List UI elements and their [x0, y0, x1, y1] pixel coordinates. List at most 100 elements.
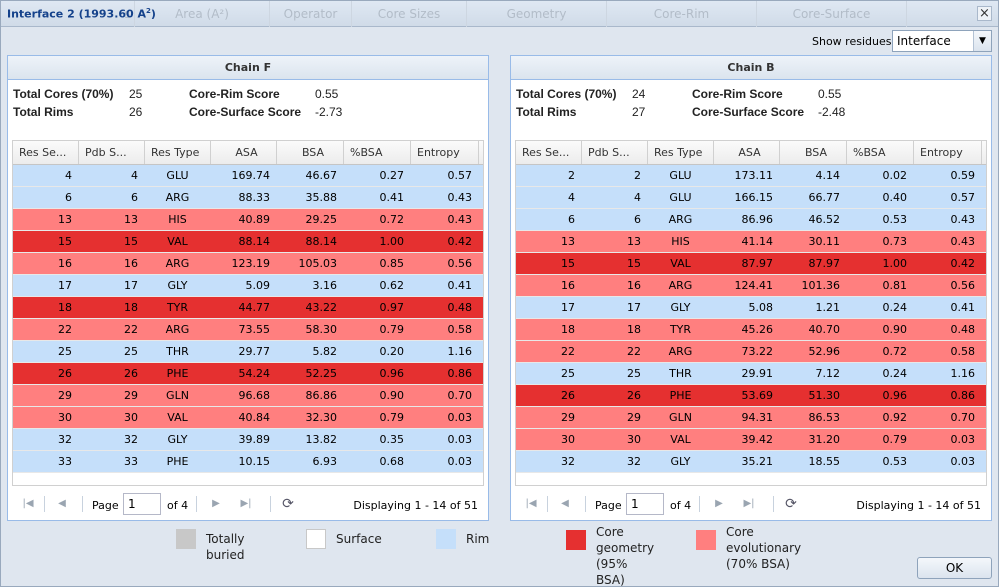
- table-cell: 18: [561, 323, 575, 336]
- table-row[interactable]: 30 30 VAL 40.84 32.30 0.79 0.03: [13, 407, 483, 429]
- table-row[interactable]: 26 26 PHE 53.69 51.30 0.96 0.86: [516, 385, 986, 407]
- column-header[interactable]: Entropy: [914, 141, 982, 164]
- table-row[interactable]: 6 6 ARG 86.96 46.52 0.53 0.43: [516, 209, 986, 231]
- table-row[interactable]: 18 18 TYR 45.26 40.70 0.90 0.48: [516, 319, 986, 341]
- table-cell: 10.15: [238, 455, 271, 468]
- column-header[interactable]: Res Type: [648, 141, 714, 164]
- table-cell: 0.03: [950, 433, 976, 446]
- chain-header: Chain F: [8, 56, 488, 80]
- bg-tab: Operator: [270, 1, 352, 27]
- background-tabs: s Area (A²) Operator Core Sizes Geometry…: [121, 1, 907, 27]
- column-header[interactable]: Res Se...: [516, 141, 582, 164]
- column-header[interactable]: ASA: [714, 141, 780, 164]
- table-cell: GLN: [669, 411, 692, 424]
- table-row[interactable]: 29 29 GLN 94.31 86.53 0.92 0.70: [516, 407, 986, 429]
- table-cell: 0.57: [447, 169, 473, 182]
- total-cores-label: Total Cores (70%): [13, 87, 114, 101]
- table-cell: 30: [58, 411, 72, 424]
- table-cell: 7.12: [815, 367, 841, 380]
- table-row[interactable]: 4 4 GLU 169.74 46.67 0.27 0.57: [13, 165, 483, 187]
- table-row[interactable]: 25 25 THR 29.77 5.82 0.20 1.16: [13, 341, 483, 363]
- table-row[interactable]: 29 29 GLN 96.68 86.86 0.90 0.70: [13, 385, 483, 407]
- show-residues-select[interactable]: Interface ▼: [892, 30, 992, 52]
- table-row[interactable]: 16 16 ARG 124.41 101.36 0.81 0.56: [516, 275, 986, 297]
- table-cell: 0.43: [950, 235, 976, 248]
- table-row[interactable]: 2 2 GLU 173.11 4.14 0.02 0.59: [516, 165, 986, 187]
- table-cell: 52.96: [808, 345, 841, 358]
- table-cell: GLY: [670, 301, 691, 314]
- bg-tab: Geometry: [467, 1, 607, 27]
- table-row[interactable]: 18 18 TYR 44.77 43.22 0.97 0.48: [13, 297, 483, 319]
- show-residues-value: Interface: [897, 34, 951, 48]
- last-page-icon[interactable]: ▶|: [741, 496, 757, 512]
- column-header[interactable]: Pdb S...: [79, 141, 145, 164]
- table-cell: 29: [627, 411, 641, 424]
- column-header[interactable]: %BSA: [847, 141, 914, 164]
- table-cell: 0.70: [950, 411, 976, 424]
- table-row[interactable]: 25 25 THR 29.91 7.12 0.24 1.16: [516, 363, 986, 385]
- table-cell: 86.96: [741, 213, 774, 226]
- table-row[interactable]: 32 32 GLY 35.21 18.55 0.53 0.03: [516, 451, 986, 473]
- next-page-icon[interactable]: ▶: [711, 496, 727, 512]
- table-cell: 5.08: [748, 301, 774, 314]
- prev-page-icon[interactable]: ◀: [557, 496, 573, 512]
- column-header[interactable]: Res Se...: [13, 141, 79, 164]
- table-cell: 0.90: [379, 389, 405, 402]
- next-page-icon[interactable]: ▶: [208, 496, 224, 512]
- column-header[interactable]: %BSA: [344, 141, 411, 164]
- column-header[interactable]: BSA: [277, 141, 344, 164]
- table-cell: 18: [124, 301, 138, 314]
- dialog-title: Interface 2 (1993.60 A2): [7, 7, 156, 21]
- table-row[interactable]: 33 33 PHE 10.15 6.93 0.68 0.03: [13, 451, 483, 473]
- chain-stats: Total Cores (70%) 24 Total Rims 27 Core-Rim …: [511, 80, 991, 136]
- table-row[interactable]: 13 13 HIS 41.14 30.11 0.73 0.43: [516, 231, 986, 253]
- table-row[interactable]: 22 22 ARG 73.22 52.96 0.72 0.58: [516, 341, 986, 363]
- table-row[interactable]: 17 17 GLY 5.09 3.16 0.62 0.41: [13, 275, 483, 297]
- column-header[interactable]: Pdb S...: [582, 141, 648, 164]
- table-row[interactable]: 17 17 GLY 5.08 1.21 0.24 0.41: [516, 297, 986, 319]
- table-cell: 6.93: [312, 455, 338, 468]
- table-row[interactable]: 30 30 VAL 39.42 31.20 0.79 0.03: [516, 429, 986, 451]
- table-cell: 0.03: [447, 411, 473, 424]
- table-row[interactable]: 13 13 HIS 40.89 29.25 0.72 0.43: [13, 209, 483, 231]
- table-cell: 0.35: [379, 433, 405, 446]
- refresh-icon[interactable]: ⟳: [783, 496, 799, 512]
- page-number-input[interactable]: 1: [123, 493, 161, 515]
- residue-grid: Res Se... Pdb S... Res Type ASA BSA %BSA Entro…: [12, 140, 484, 486]
- table-row[interactable]: 4 4 GLU 166.15 66.77 0.40 0.57: [516, 187, 986, 209]
- show-residues-label: Show residues:: [812, 35, 896, 48]
- table-cell: VAL: [167, 411, 188, 424]
- column-header[interactable]: Entropy: [411, 141, 479, 164]
- table-row[interactable]: 6 6 ARG 88.33 35.88 0.41 0.43: [13, 187, 483, 209]
- table-row[interactable]: 15 15 VAL 87.97 87.97 1.00 0.42: [516, 253, 986, 275]
- core-surface-label: Core-Surface Score: [692, 105, 805, 119]
- table-cell: 35.21: [741, 455, 774, 468]
- table-row[interactable]: 15 15 VAL 88.14 88.14 1.00 0.42: [13, 231, 483, 253]
- page-number-input[interactable]: 1: [626, 493, 664, 515]
- table-cell: 17: [627, 301, 641, 314]
- table-cell: 32: [124, 433, 138, 446]
- total-rims-value: 26: [129, 105, 143, 119]
- table-row[interactable]: 26 26 PHE 54.24 52.25 0.96 0.86: [13, 363, 483, 385]
- table-row[interactable]: 16 16 ARG 123.19 105.03 0.85 0.56: [13, 253, 483, 275]
- first-page-icon[interactable]: |◀: [523, 496, 539, 512]
- table-row[interactable]: 32 32 GLY 39.89 13.82 0.35 0.03: [13, 429, 483, 451]
- last-page-icon[interactable]: ▶|: [238, 496, 254, 512]
- table-cell: 0.03: [950, 455, 976, 468]
- table-cell: 26: [58, 367, 72, 380]
- first-page-icon[interactable]: |◀: [20, 496, 36, 512]
- column-header[interactable]: Res Type: [145, 141, 211, 164]
- chevron-down-icon[interactable]: ▼: [973, 31, 991, 51]
- prev-page-icon[interactable]: ◀: [54, 496, 70, 512]
- refresh-icon[interactable]: ⟳: [280, 496, 296, 512]
- table-cell: GLN: [166, 389, 189, 402]
- table-cell: GLY: [167, 433, 188, 446]
- table-row[interactable]: 22 22 ARG 73.55 58.30 0.79 0.58: [13, 319, 483, 341]
- table-cell: 40.89: [238, 213, 271, 226]
- close-icon[interactable]: ×: [977, 6, 992, 21]
- table-cell: 96.68: [238, 389, 271, 402]
- table-cell: 0.96: [882, 389, 908, 402]
- ok-button[interactable]: OK: [917, 557, 992, 579]
- column-header[interactable]: BSA: [780, 141, 847, 164]
- column-header[interactable]: ASA: [211, 141, 277, 164]
